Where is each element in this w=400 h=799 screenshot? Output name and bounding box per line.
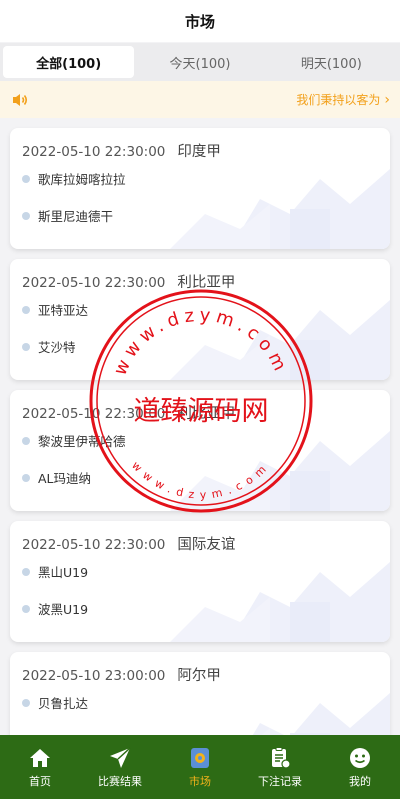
team-name: AL玛迪纳 xyxy=(38,471,92,486)
nav-label: 比赛结果 xyxy=(98,774,142,788)
card-background-decoration xyxy=(170,169,390,249)
team-away: 斯里尼迪德干 xyxy=(22,206,113,225)
team-name: 贝鲁扎达 xyxy=(38,696,89,711)
team-away: 波黑U19 xyxy=(22,599,88,618)
team-home: 歌库拉姆喀拉拉 xyxy=(22,169,126,188)
team-dot xyxy=(22,473,30,482)
nav-label: 下注记录 xyxy=(258,774,302,788)
match-header: 2022-05-10 22:30:00 印度甲 xyxy=(22,140,221,161)
team-away: 艾沙特 xyxy=(22,337,76,356)
market-icon xyxy=(191,747,209,768)
team-name: 歌库拉姆喀拉拉 xyxy=(38,172,126,187)
team-dot xyxy=(22,305,30,314)
team-dot xyxy=(22,604,30,613)
match-time: 2022-05-10 22:30:00 xyxy=(22,144,166,160)
match-league: 利比亚甲 xyxy=(177,275,236,291)
team-name: 波黑U19 xyxy=(38,602,89,617)
paper-plane-icon xyxy=(110,746,131,768)
match-league: 印度甲 xyxy=(177,144,221,160)
nav-bet-records[interactable]: 下注记录 xyxy=(240,735,320,799)
team-home: 贝鲁扎达 xyxy=(22,693,88,712)
team-name: 斯里尼迪德干 xyxy=(38,209,114,224)
tab-all[interactable]: 全部(100) xyxy=(3,46,135,78)
filter-tabs: 全部(100) 今天(100) 明天(100) xyxy=(0,43,400,81)
team-dot xyxy=(22,342,30,351)
smiley-icon xyxy=(350,747,370,768)
bottom-nav: 首页 比赛结果 市场 下注记录 我的 xyxy=(0,735,400,799)
team-home: 亚特亚达 xyxy=(22,300,88,319)
notice-bar[interactable]: 我们秉持以客为 › xyxy=(0,81,400,118)
match-card[interactable]: 2022-05-10 23:00:00 阿尔甲贝鲁扎达 xyxy=(10,652,390,735)
match-header: 2022-05-10 22:30:00 利比亚甲 xyxy=(22,271,235,292)
team-dot xyxy=(22,436,30,445)
team-dot xyxy=(22,698,30,707)
notice-text: 我们秉持以客为 xyxy=(296,93,381,107)
page-title: 市场 xyxy=(184,12,215,31)
team-name: 黑山U19 xyxy=(38,565,89,580)
match-header: 2022-05-10 22:30:00 利比亚甲 xyxy=(22,402,235,423)
home-icon xyxy=(30,748,50,767)
match-card[interactable]: 2022-05-10 22:30:00 利比亚甲黎波里伊蒂哈德 AL玛迪纳 xyxy=(10,390,390,511)
tab-today[interactable]: 今天(100) xyxy=(134,46,265,78)
clipboard-icon xyxy=(272,746,291,769)
card-background-decoration xyxy=(170,431,390,511)
tab-tomorrow[interactable]: 明天(100) xyxy=(266,46,397,78)
header: 市场 xyxy=(0,0,400,42)
match-header: 2022-05-10 22:30:00 国际友谊 xyxy=(22,533,235,554)
match-league: 阿尔甲 xyxy=(177,668,221,684)
nav-label: 我的 xyxy=(349,774,371,788)
match-card[interactable]: 2022-05-10 22:30:00 印度甲歌库拉姆喀拉拉 斯里尼迪德干 xyxy=(10,128,390,249)
match-card[interactable]: 2022-05-10 22:30:00 利比亚甲亚特亚达艾沙特 xyxy=(10,259,390,380)
team-name: 亚特亚达 xyxy=(38,303,89,318)
chevron-right-icon: › xyxy=(384,91,390,108)
match-time: 2022-05-10 22:30:00 xyxy=(22,537,166,553)
nav-profile[interactable]: 我的 xyxy=(320,735,400,799)
team-home: 黑山U19 xyxy=(22,562,88,581)
match-time: 2022-05-10 22:30:00 xyxy=(22,406,166,422)
match-time: 2022-05-10 23:00:00 xyxy=(22,668,166,684)
match-header: 2022-05-10 23:00:00 阿尔甲 xyxy=(22,664,221,685)
match-league: 国际友谊 xyxy=(177,537,236,553)
match-card[interactable]: 2022-05-10 22:30:00 国际友谊黑山U19 波黑U19 xyxy=(10,521,390,642)
speaker-icon xyxy=(13,93,28,106)
team-name: 艾沙特 xyxy=(38,340,76,355)
card-background-decoration xyxy=(170,562,390,642)
nav-label: 市场 xyxy=(189,774,211,788)
team-name: 黎波里伊蒂哈德 xyxy=(38,434,126,449)
team-dot xyxy=(22,211,30,220)
team-away: AL玛迪纳 xyxy=(22,468,91,487)
match-time: 2022-05-10 22:30:00 xyxy=(22,275,166,291)
card-background-decoration xyxy=(170,300,390,380)
team-home: 黎波里伊蒂哈德 xyxy=(22,431,126,450)
match-list: 2022-05-10 22:30:00 印度甲 歌库拉姆喀拉拉 斯里尼迪德干 2022-… xyxy=(0,118,400,735)
nav-results[interactable]: 比赛结果 xyxy=(80,735,160,799)
team-dot xyxy=(22,174,30,183)
team-dot xyxy=(22,567,30,576)
nav-label: 首页 xyxy=(29,774,51,788)
match-league: 利比亚甲 xyxy=(177,406,236,422)
card-background-decoration xyxy=(252,693,390,735)
nav-home[interactable]: 首页 xyxy=(0,735,80,799)
nav-market[interactable]: 市场 xyxy=(160,735,240,799)
